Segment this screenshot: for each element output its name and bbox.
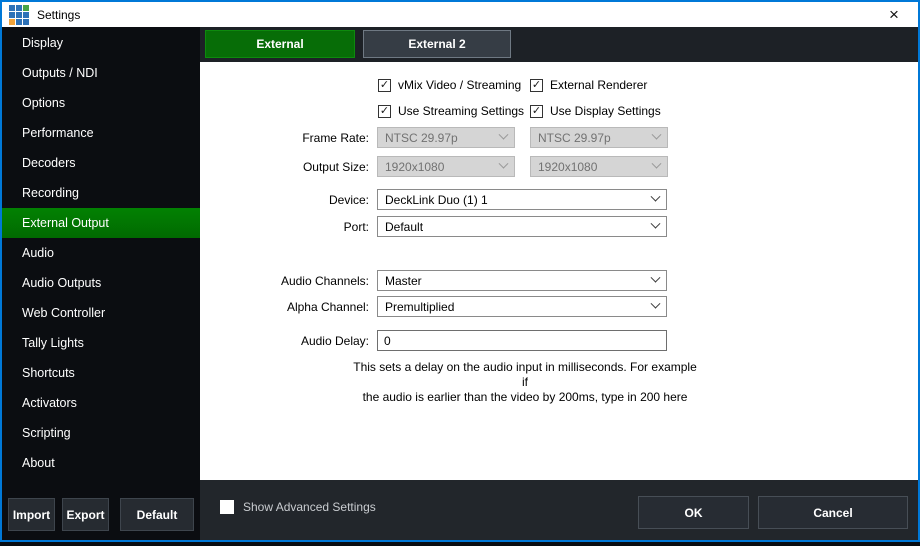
output-size-select-1: 1920x1080 — [377, 156, 515, 177]
external-output-panel: ✓ vMix Video / Streaming ✓ External Rend… — [200, 62, 918, 480]
tab-bar: External External 2 — [200, 27, 918, 62]
sidebar-item-performance[interactable]: Performance — [2, 118, 200, 148]
settings-window: Settings × Display Outputs / NDI Options… — [0, 0, 920, 542]
audio-channels-label: Audio Channels: — [200, 274, 369, 288]
audio-channels-select[interactable]: Master — [377, 270, 667, 291]
alpha-channel-row: Alpha Channel: Premultiplied — [200, 296, 667, 317]
cancel-button[interactable]: Cancel — [758, 496, 908, 529]
checkbox-label: Show Advanced Settings — [243, 500, 376, 514]
device-label: Device: — [200, 193, 369, 207]
ok-button[interactable]: OK — [638, 496, 749, 529]
checkbox-label: External Renderer — [550, 78, 647, 92]
checkbox-use-display-settings[interactable]: ✓ Use Display Settings — [530, 104, 661, 118]
sidebar-item-options[interactable]: Options — [2, 88, 200, 118]
output-size-label: Output Size: — [200, 160, 369, 174]
chevron-down-icon — [651, 219, 661, 229]
chevron-down-icon — [651, 273, 661, 283]
alpha-channel-select[interactable]: Premultiplied — [377, 296, 667, 317]
sidebar-item-audio-outputs[interactable]: Audio Outputs — [2, 268, 200, 298]
frame-rate-row: Frame Rate: NTSC 29.97p NTSC 29.97p — [200, 127, 668, 148]
sidebar-item-tally-lights[interactable]: Tally Lights — [2, 328, 200, 358]
checkbox-label: vMix Video / Streaming — [398, 78, 521, 92]
vmix-logo-icon — [9, 5, 29, 25]
sidebar-footer-buttons: Import Export Default — [2, 498, 200, 532]
title-bar: Settings × — [2, 2, 918, 27]
audio-delay-row: Audio Delay: — [200, 330, 667, 351]
sidebar-item-recording[interactable]: Recording — [2, 178, 200, 208]
sidebar-nav: Display Outputs / NDI Options Performanc… — [2, 28, 200, 478]
sidebar-item-scripting[interactable]: Scripting — [2, 418, 200, 448]
checkbox-label: Use Display Settings — [550, 104, 661, 118]
sidebar-item-display[interactable]: Display — [2, 28, 200, 58]
device-select[interactable]: DeckLink Duo (1) 1 — [377, 189, 667, 210]
chevron-down-icon — [652, 130, 662, 140]
output-size-select-2: 1920x1080 — [530, 156, 668, 177]
sidebar: Display Outputs / NDI Options Performanc… — [2, 27, 200, 540]
sidebar-item-audio[interactable]: Audio — [2, 238, 200, 268]
audio-delay-input[interactable] — [377, 330, 667, 351]
import-button[interactable]: Import — [8, 498, 55, 531]
close-icon[interactable]: × — [881, 2, 907, 27]
footer-bar: Show Advanced Settings OK Cancel — [200, 480, 918, 540]
checkbox-box — [220, 500, 234, 514]
audio-delay-help-text: This sets a delay on the audio input in … — [350, 360, 700, 405]
frame-rate-label: Frame Rate: — [200, 131, 369, 145]
export-button[interactable]: Export — [62, 498, 109, 531]
checkbox-box: ✓ — [530, 79, 543, 92]
window-title: Settings — [37, 8, 80, 22]
sidebar-item-outputs-ndi[interactable]: Outputs / NDI — [2, 58, 200, 88]
port-row: Port: Default — [200, 216, 667, 237]
sidebar-item-activators[interactable]: Activators — [2, 388, 200, 418]
alpha-channel-label: Alpha Channel: — [200, 300, 369, 314]
tab-external-2[interactable]: External 2 — [363, 30, 511, 58]
default-button[interactable]: Default — [120, 498, 194, 531]
checkbox-vmix-video-streaming[interactable]: ✓ vMix Video / Streaming — [378, 78, 521, 92]
chevron-down-icon — [499, 159, 509, 169]
chevron-down-icon — [499, 130, 509, 140]
frame-rate-select-2: NTSC 29.97p — [530, 127, 668, 148]
checkbox-box: ✓ — [530, 105, 543, 118]
device-row: Device: DeckLink Duo (1) 1 — [200, 189, 667, 210]
sidebar-item-decoders[interactable]: Decoders — [2, 148, 200, 178]
checkbox-use-streaming-settings[interactable]: ✓ Use Streaming Settings — [378, 104, 524, 118]
sidebar-item-web-controller[interactable]: Web Controller — [2, 298, 200, 328]
sidebar-item-external-output[interactable]: External Output — [2, 208, 200, 238]
port-label: Port: — [200, 220, 369, 234]
chevron-down-icon — [652, 159, 662, 169]
sidebar-item-shortcuts[interactable]: Shortcuts — [2, 358, 200, 388]
chevron-down-icon — [651, 192, 661, 202]
show-advanced-settings-checkbox[interactable]: Show Advanced Settings — [220, 500, 376, 514]
sidebar-item-about[interactable]: About — [2, 448, 200, 478]
output-size-row: Output Size: 1920x1080 1920x1080 — [200, 156, 668, 177]
checkbox-box: ✓ — [378, 105, 391, 118]
settings-app: Settings × Display Outputs / NDI Options… — [0, 0, 920, 546]
checkbox-label: Use Streaming Settings — [398, 104, 524, 118]
audio-channels-row: Audio Channels: Master — [200, 270, 667, 291]
chevron-down-icon — [651, 299, 661, 309]
checkbox-external-renderer[interactable]: ✓ External Renderer — [530, 78, 647, 92]
audio-delay-label: Audio Delay: — [200, 334, 369, 348]
port-select[interactable]: Default — [377, 216, 667, 237]
tab-external[interactable]: External — [205, 30, 355, 58]
checkbox-box: ✓ — [378, 79, 391, 92]
frame-rate-select-1: NTSC 29.97p — [377, 127, 515, 148]
